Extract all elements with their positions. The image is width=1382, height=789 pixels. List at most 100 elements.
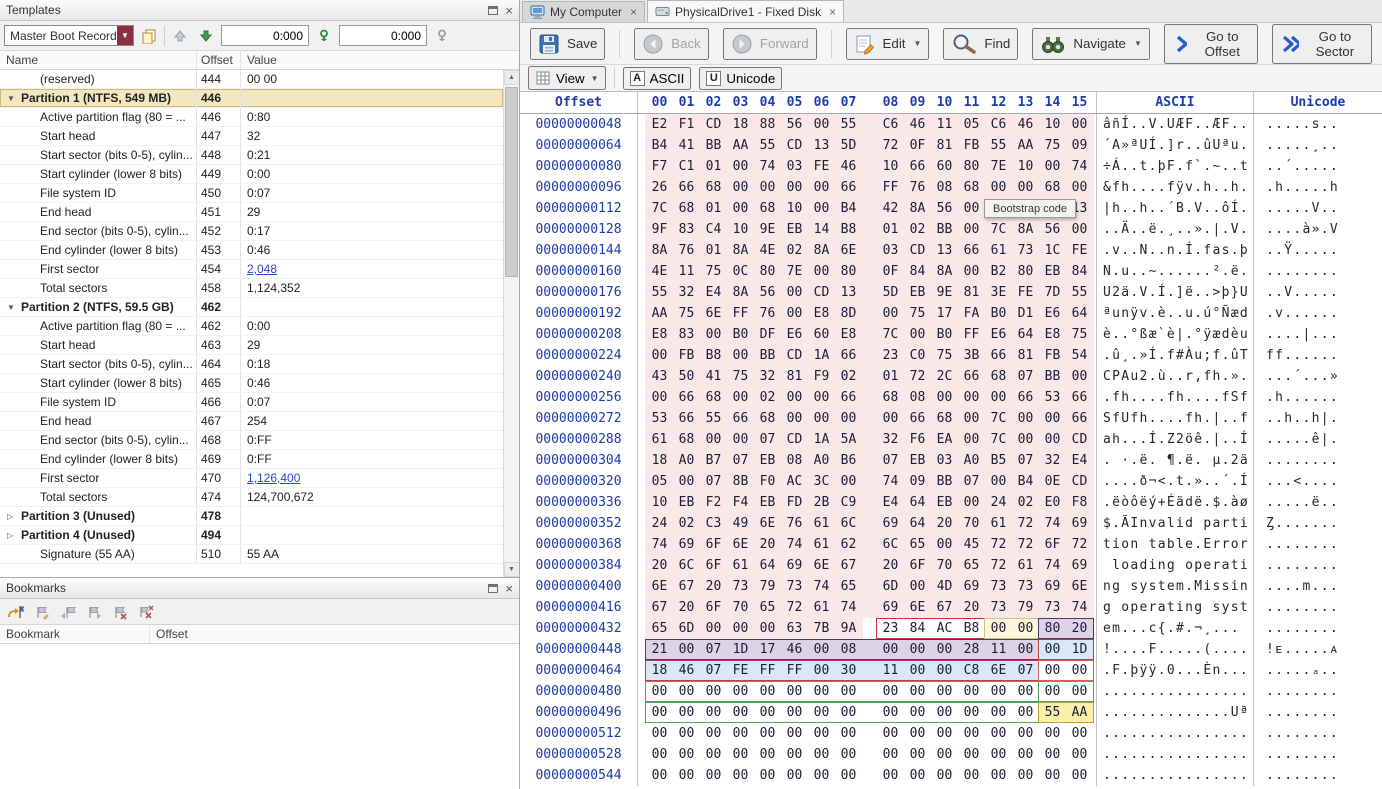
hex-byte[interactable]: 07 — [754, 432, 781, 447]
hex-byte[interactable]: 00 — [1012, 705, 1039, 720]
bootstrap-code[interactable]: 656D000000637B9A — [645, 618, 863, 639]
hex-byte[interactable]: 70 — [958, 516, 985, 531]
hex-byte[interactable]: 66 — [727, 411, 754, 426]
hex-byte[interactable]: 73 — [1012, 579, 1039, 594]
hex-byte[interactable]: 02 — [754, 390, 781, 405]
hex-byte[interactable]: 80 — [958, 159, 985, 174]
scrollbar-thumb[interactable] — [505, 87, 518, 277]
unicode-text[interactable]: ........ — [1254, 723, 1382, 744]
hex-byte[interactable]: 00 — [958, 705, 985, 720]
hex-byte[interactable]: 84 — [1066, 264, 1093, 279]
hex-byte[interactable]: 00 — [808, 117, 835, 132]
column-header-offset[interactable]: Offset — [150, 627, 519, 641]
bootstrap-code[interactable]: AA756EFF7600E88D007517FAB0D1E664 — [645, 303, 1094, 324]
template-row[interactable]: ▼Partition 2 (NTFS, 59.5 GB)462 — [0, 298, 503, 317]
hex-byte[interactable]: 6F — [904, 558, 931, 573]
hex-byte[interactable]: EB — [931, 495, 958, 510]
bootstrap-code[interactable]: 5366556668000000006668007C000066 — [645, 408, 1094, 429]
hex-byte[interactable]: 32 — [673, 285, 700, 300]
hex-byte[interactable]: 9E — [931, 285, 958, 300]
hex-byte[interactable]: 84 — [904, 621, 931, 636]
hex-byte[interactable]: 00 — [754, 621, 781, 636]
close-panel-icon[interactable]: × — [505, 582, 513, 595]
hex-byte[interactable]: 8B — [727, 474, 754, 489]
hex-byte[interactable]: 00 — [985, 705, 1012, 720]
hex-byte[interactable]: 10 — [1039, 117, 1066, 132]
hex-byte[interactable]: AA — [1012, 138, 1039, 153]
hex-byte[interactable]: 73 — [727, 579, 754, 594]
hex-byte[interactable]: 00 — [781, 306, 808, 321]
hex-byte[interactable]: 00 — [808, 390, 835, 405]
hex-byte[interactable]: 18 — [727, 117, 754, 132]
hex-byte[interactable]: CD — [781, 138, 808, 153]
hex-byte[interactable]: 61 — [808, 600, 835, 615]
hex-byte[interactable]: 02 — [781, 243, 808, 258]
hex-byte[interactable]: 00 — [781, 747, 808, 762]
hex-byte[interactable]: 00 — [931, 747, 958, 762]
hex-byte[interactable]: 72 — [1066, 537, 1093, 552]
unicode-text[interactable]: ...´...» — [1254, 366, 1382, 387]
hex-byte[interactable]: 00 — [835, 726, 862, 741]
hex-byte[interactable]: 20 — [931, 516, 958, 531]
hex-byte[interactable]: 02 — [835, 369, 862, 384]
unicode-text[interactable]: Ȥ....... — [1254, 513, 1382, 534]
hex-byte[interactable]: 03 — [781, 159, 808, 174]
navigate-button[interactable]: Navigate ▼ — [1032, 28, 1150, 60]
hex-byte[interactable]: FE — [808, 159, 835, 174]
hex-byte[interactable]: E4 — [862, 495, 904, 510]
collapse-icon[interactable]: ▼ — [7, 303, 21, 312]
ascii-text[interactable]: .ëòôëý+Éädë.$.àø — [1096, 492, 1254, 513]
hex-byte[interactable]: 00 — [1039, 642, 1066, 657]
hex-byte[interactable]: 73 — [1012, 243, 1039, 258]
hex-byte[interactable]: 69 — [1039, 579, 1066, 594]
unicode-text[interactable]: .....s.. — [1254, 114, 1382, 135]
hex-byte[interactable]: 00 — [700, 621, 727, 636]
hex-byte[interactable]: 65 — [754, 600, 781, 615]
bootstrap-code[interactable]: 6168000007CD1A5A32F6EA007C0000CD — [645, 429, 1094, 450]
hex-byte[interactable]: 23 — [877, 621, 904, 636]
bootstrap-code[interactable]: 8A76018A4E028A6E03CD136661731CFE — [645, 240, 1094, 261]
hex-byte[interactable]: 00 — [835, 768, 862, 783]
hex-byte[interactable]: 00 — [754, 180, 781, 195]
ascii-text[interactable]: tion table.Error — [1096, 534, 1254, 555]
goto-bookmark-button[interactable] — [6, 602, 26, 622]
hex-byte[interactable]: FE — [1066, 243, 1093, 258]
hex-byte[interactable]: 01 — [862, 222, 904, 237]
hex-byte[interactable]: 00 — [727, 621, 754, 636]
hex-byte[interactable]: 10 — [727, 222, 754, 237]
hex-byte[interactable]: 00 — [781, 768, 808, 783]
hex-byte[interactable]: 9F — [646, 222, 673, 237]
hex-byte[interactable]: 00 — [862, 411, 904, 426]
ascii-text[interactable]: ................ — [1096, 765, 1254, 786]
hex-byte[interactable]: 6E — [835, 243, 862, 258]
hex-byte[interactable]: 00 — [727, 684, 754, 699]
hex-byte[interactable]: 75 — [1066, 327, 1093, 342]
hex-byte[interactable]: 6D — [673, 621, 700, 636]
ascii-text[interactable]: U2ä.V.Í.]ë..>þ}U — [1096, 282, 1254, 303]
hex-byte[interactable]: 20 — [646, 558, 673, 573]
unicode-toggle-button[interactable]: U Unicode — [699, 67, 782, 90]
hex-byte[interactable]: 8A — [1012, 222, 1039, 237]
hex-byte[interactable]: 4E — [754, 243, 781, 258]
hex-byte[interactable]: 00 — [904, 642, 931, 657]
hex-byte[interactable]: 00 — [808, 663, 835, 678]
hex-byte[interactable]: 30 — [835, 663, 862, 678]
tab-my-computer[interactable]: My Computer× — [522, 1, 645, 22]
hex-byte[interactable]: B4 — [646, 138, 673, 153]
hex-byte[interactable]: 20 — [754, 537, 781, 552]
ascii-text[interactable]: $.ÃInvalid parti — [1096, 513, 1254, 534]
hex-byte[interactable]: 00 — [904, 747, 931, 762]
hex-byte[interactable]: 17 — [754, 642, 781, 657]
hex-byte[interactable]: 56 — [754, 285, 781, 300]
hex-byte[interactable]: 7C — [646, 201, 673, 216]
hex-byte[interactable]: 00 — [1066, 747, 1093, 762]
hex-byte[interactable]: 68 — [1039, 180, 1066, 195]
unicode-text[interactable]: ..´..... — [1254, 156, 1382, 177]
bootstrap-code[interactable]: 2402C3496E76616C6964207061727469 — [645, 513, 1094, 534]
hex-byte[interactable]: AA — [727, 138, 754, 153]
hex-byte[interactable]: FD — [781, 495, 808, 510]
hex-byte[interactable]: 0F — [862, 264, 904, 279]
hex-byte[interactable]: 26 — [646, 180, 673, 195]
unicode-text[interactable]: .....V.. — [1254, 198, 1382, 219]
hex-byte[interactable]: 76 — [754, 306, 781, 321]
